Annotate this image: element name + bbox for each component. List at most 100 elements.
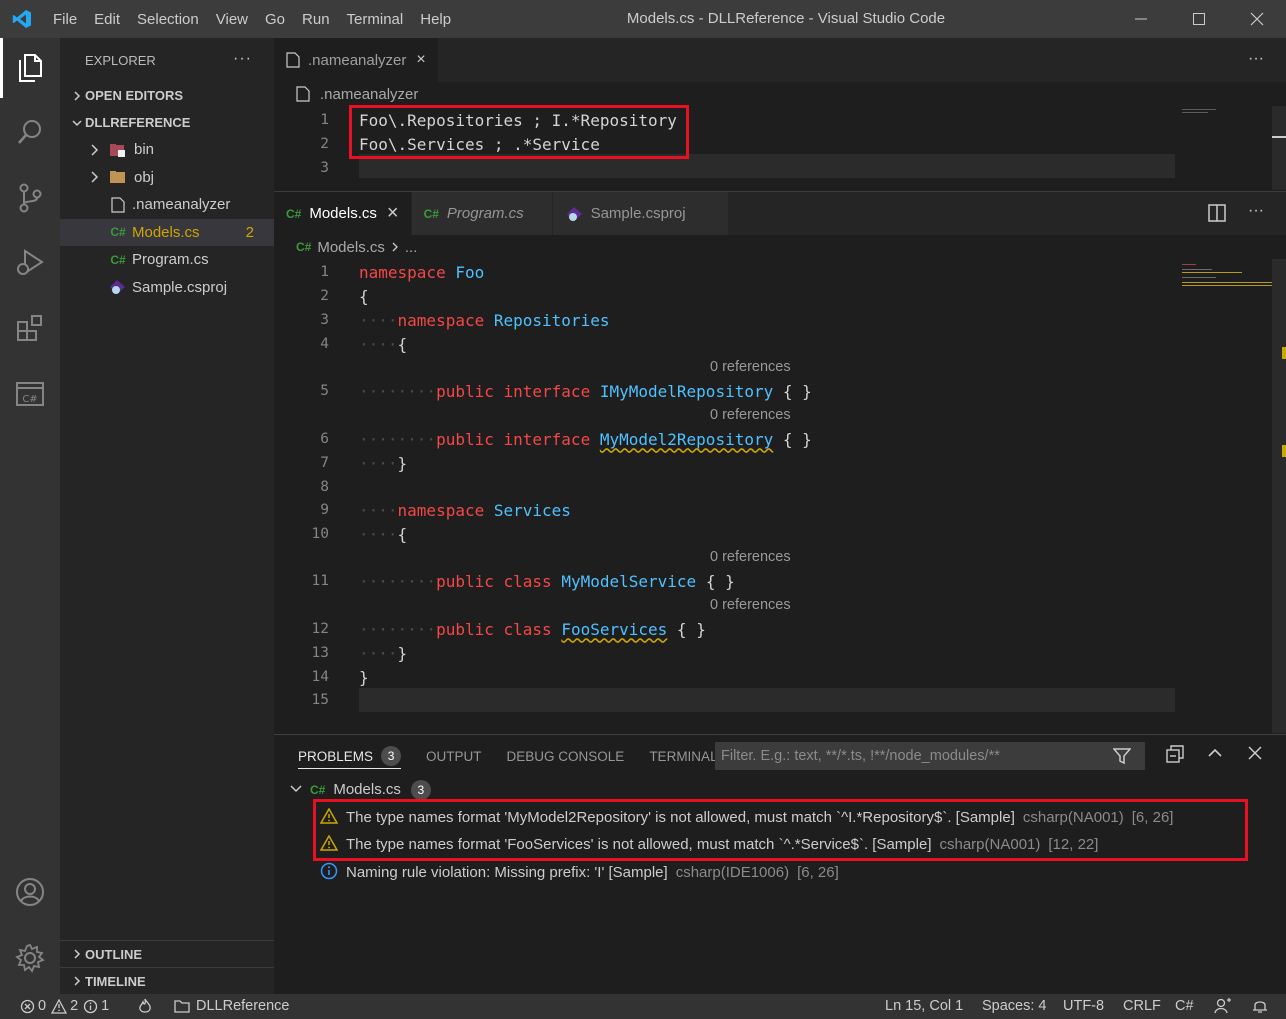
menu-view[interactable]: View [207,11,256,28]
csproj-file-icon [106,278,130,296]
gear-icon [15,943,45,973]
menu-terminal[interactable]: Terminal [338,11,412,28]
run-debug-activity-button[interactable] [0,232,60,292]
tab-program-cs[interactable]: C# Program.cs [411,192,553,235]
codelens-references[interactable]: 0 references [710,549,791,565]
split-editor-icon[interactable] [1208,204,1226,225]
breadcrumb-file[interactable]: Models.cs [317,239,385,256]
error-icon [20,999,35,1013]
project-section[interactable]: DLLREFERENCE [60,109,274,136]
menu-edit[interactable]: Edit [85,11,128,28]
breadcrumb-symbol[interactable]: ... [405,239,418,256]
project-name: DLLReference [196,998,290,1014]
tab-sample-csproj[interactable]: Sample.csproj [552,192,729,235]
line-number: 12 [311,621,329,637]
menu-selection[interactable]: Selection [128,11,207,28]
notifications-bell-icon[interactable] [1252,998,1268,1014]
chevron-down-icon [290,781,302,798]
indentation-status[interactable]: Spaces: 4 [982,998,1047,1014]
tab-debug-console[interactable]: DEBUG CONSOLE [507,735,625,777]
problems-panel: PROBLEMS 3 OUTPUT DEBUG CONSOLE TERMINAL… [274,734,1286,994]
close-icon[interactable]: × [387,202,399,225]
codelens-references[interactable]: 0 references [710,597,791,613]
explorer-activity-button[interactable] [0,38,60,98]
type-name-warning[interactable]: FooServices [561,620,667,639]
minimap-line [1182,285,1272,286]
tree-item-models-cs[interactable]: C# Models.cs 2 [60,218,274,246]
explorer-title: EXPLORER [85,52,156,68]
cursor-position[interactable]: Ln 15, Col 1 [885,998,963,1014]
editor-more-button[interactable]: ··· [1248,50,1264,68]
tab-problems[interactable]: PROBLEMS 3 [298,735,402,777]
tab-output[interactable]: OUTPUT [426,735,482,777]
code-text: } [359,667,369,687]
tab-label: TERMINAL [649,748,718,764]
menu-go[interactable]: Go [256,11,293,28]
eol-status[interactable]: CRLF [1123,998,1161,1014]
manage-activity-button[interactable] [0,928,60,988]
tree-item-sample-csproj[interactable]: Sample.csproj [60,274,274,302]
csharp-panel-activity-button[interactable]: C# [0,364,60,424]
csharp-file-icon: C# [296,240,312,254]
menu-file[interactable]: File [44,11,85,28]
flame-icon[interactable] [138,998,152,1014]
csproj-file-icon [566,206,582,221]
minimize-button[interactable] [1112,0,1170,38]
tree-item-program-cs[interactable]: C# Program.cs [60,246,274,274]
code-text: { } [782,429,812,449]
problems-status[interactable]: 0 2 1 [20,998,109,1014]
encoding-status[interactable]: UTF-8 [1063,998,1104,1014]
project-status[interactable]: DLLReference [174,998,290,1014]
scrollbar[interactable] [1272,259,1286,733]
type-name-warning[interactable]: MyModel2Repository [600,430,773,449]
breadcrumb-file[interactable]: .nameanalyzer [320,86,418,103]
codelens-references[interactable]: 0 references [710,359,791,375]
panel-tabs: PROBLEMS 3 OUTPUT DEBUG CONSOLE TERMINAL [274,735,743,777]
minimap-line [1182,277,1216,278]
line-number: 3 [320,160,329,176]
minimap-line [1182,109,1216,110]
accounts-activity-button[interactable] [0,862,60,922]
tab-nameanalyzer[interactable]: .nameanalyzer × [274,38,439,82]
maximize-panel-icon[interactable] [1207,745,1223,764]
top-editor-tabbar: .nameanalyzer × ··· [274,38,1286,82]
extensions-activity-button[interactable] [0,298,60,358]
main-editor-code[interactable]: 1 namespace Foo 2 { 3 ····namespace Repo… [274,259,1286,733]
tab-terminal[interactable]: TERMINAL [649,735,717,777]
tree-item-obj[interactable]: obj [60,164,274,192]
feedback-icon[interactable] [1214,998,1232,1014]
outline-section[interactable]: OUTLINE [60,940,274,967]
tree-item-label: Sample.csproj [132,278,228,296]
code-text: { [359,286,369,306]
editor-more-button[interactable]: ··· [1248,202,1264,220]
csharp-file-icon: C# [110,252,126,267]
code-line: 8 [274,475,1286,499]
chevron-right-icon [82,171,106,183]
problems-filter-input[interactable]: Filter. E.g.: text, **/*.ts, !**/node_mo… [715,742,1145,770]
title-bar: File Edit Selection View Go Run Terminal… [0,0,1286,38]
menu-run[interactable]: Run [293,11,338,28]
language-mode[interactable]: C# [1175,998,1194,1014]
close-window-button[interactable] [1228,0,1286,38]
problem-item[interactable]: Naming rule violation: Missing prefix: '… [274,859,1286,886]
codelens-references[interactable]: 0 references [710,407,791,423]
chevron-right-icon [82,144,106,156]
tree-item-label: obj [134,168,155,186]
tree-item-label: .nameanalyzer [132,196,231,214]
maximize-button[interactable] [1170,0,1228,38]
scrollbar[interactable] [1272,106,1286,190]
source-control-activity-button[interactable] [0,168,60,228]
filter-icon[interactable] [1112,747,1132,769]
close-panel-icon[interactable] [1247,745,1263,764]
tree-item-nameanalyzer[interactable]: .nameanalyzer [60,191,274,219]
tree-item-bin[interactable]: bin [60,136,274,164]
explorer-more-button[interactable]: ··· [233,50,252,68]
folder-icon [106,169,130,185]
menu-help[interactable]: Help [411,11,459,28]
tab-models-cs[interactable]: C# Models.cs × [274,192,412,235]
close-icon[interactable]: × [416,51,425,69]
timeline-section[interactable]: TIMELINE [60,967,274,994]
search-activity-button[interactable] [0,102,60,162]
collapse-all-icon[interactable] [1166,745,1184,766]
open-editors-section[interactable]: OPEN EDITORS [60,82,274,109]
